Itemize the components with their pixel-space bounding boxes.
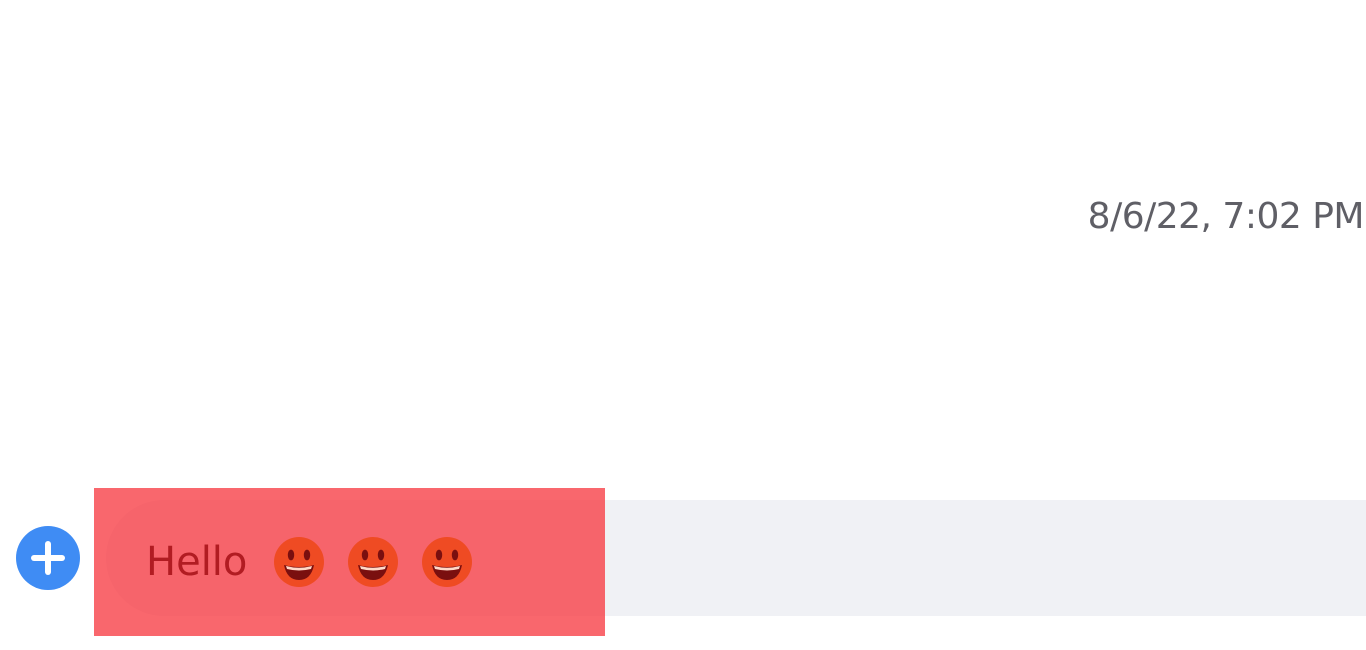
add-attachment-button[interactable] bbox=[16, 526, 80, 590]
smiling-face-icon bbox=[348, 537, 399, 587]
plus-icon bbox=[31, 541, 65, 575]
message-draft[interactable]: Hello bbox=[146, 532, 473, 592]
message-draft-text: Hello bbox=[146, 539, 248, 585]
chat-window: 8/6/22, 7:02 PM Hello bbox=[0, 0, 1366, 650]
message-timestamp: 8/6/22, 7:02 PM bbox=[1087, 196, 1365, 237]
message-composer: Hello bbox=[0, 488, 1366, 636]
smiling-face-icon bbox=[422, 537, 473, 587]
smiling-face-icon bbox=[274, 537, 325, 587]
